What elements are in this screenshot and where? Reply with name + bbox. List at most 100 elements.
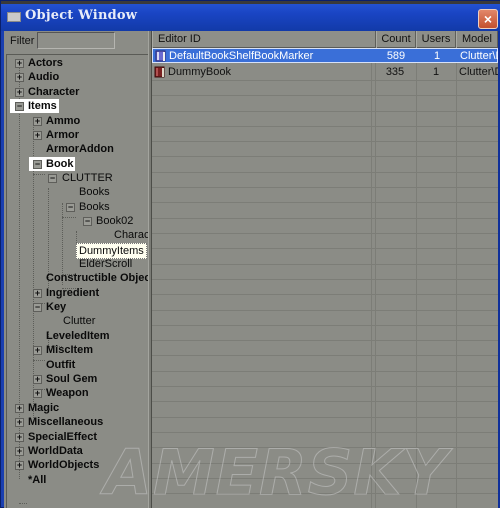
- expand-icon[interactable]: +: [15, 418, 24, 427]
- object-list[interactable]: Editor ID Count Users Model DefaultBookS…: [152, 31, 498, 508]
- expand-icon[interactable]: +: [33, 117, 42, 126]
- list-row[interactable]: DefaultBookShelfBookMarker 589 1 Clutter…: [152, 48, 498, 63]
- object-window: Object Window × Filter + Actors + Audio …: [0, 0, 500, 508]
- tree-node-books-expanded[interactable]: − Books: [7, 200, 147, 214]
- tree-node-all[interactable]: *All: [7, 473, 147, 487]
- window-title: Object Window: [25, 8, 138, 23]
- tree-node-armor[interactable]: + Armor: [7, 128, 147, 142]
- close-button[interactable]: ×: [478, 9, 498, 29]
- tree-node-magic[interactable]: + Magic: [7, 401, 147, 415]
- collapse-icon[interactable]: −: [33, 160, 42, 169]
- tree-node-label: ArmorAddon: [46, 143, 114, 155]
- tree-node-label: SpecialEffect: [28, 431, 98, 443]
- column-header-model[interactable]: Model: [456, 31, 498, 48]
- tree-node-label: WorldObjects: [28, 459, 100, 471]
- row-grid-line: [152, 187, 498, 188]
- row-grid-line: [152, 325, 498, 326]
- row-grid-line: [152, 233, 498, 234]
- tree-node-miscellaneous[interactable]: + Miscellaneous: [7, 415, 147, 429]
- cell-model: Clutter\D: [459, 66, 498, 78]
- tree-node-soul-gem[interactable]: + Soul Gem: [7, 372, 147, 386]
- tree-node-book02[interactable]: − Book02: [7, 214, 147, 228]
- row-grid-line: [152, 279, 498, 280]
- row-grid-line: [152, 202, 498, 203]
- tree-node-worldobjects[interactable]: + WorldObjects: [7, 458, 147, 472]
- tree-node-label: Charact: [114, 229, 148, 241]
- expand-icon[interactable]: +: [15, 404, 24, 413]
- column-header-users[interactable]: Users: [416, 31, 456, 48]
- tree-node-label: WorldData: [28, 445, 83, 457]
- tree-node-ammo[interactable]: + Ammo: [7, 114, 147, 128]
- row-grid-line: [152, 447, 498, 448]
- expand-icon[interactable]: +: [15, 88, 24, 97]
- column-divider: [456, 48, 457, 508]
- tree-node-charact[interactable]: Charact: [7, 228, 148, 242]
- row-grid-line: [152, 432, 498, 433]
- tree-node-books[interactable]: Books: [7, 185, 147, 199]
- collapse-icon[interactable]: −: [15, 102, 24, 111]
- cell-users: 1: [433, 50, 441, 62]
- row-grid-line: [152, 401, 498, 402]
- column-divider: [371, 48, 372, 508]
- tree-node-elderscroll[interactable]: ElderScroll: [7, 257, 147, 271]
- expand-icon[interactable]: +: [15, 461, 24, 470]
- tree-node-label: Items: [26, 99, 59, 113]
- tree-node-book[interactable]: − Book: [7, 157, 147, 171]
- tree-node-label: Books: [79, 201, 110, 213]
- tree-node-weapon[interactable]: + Weapon: [7, 386, 147, 400]
- expand-icon[interactable]: +: [15, 447, 24, 456]
- row-grid-line: [152, 126, 498, 127]
- tree-node-items[interactable]: − Items: [7, 99, 147, 113]
- column-header-count[interactable]: Count: [376, 31, 416, 48]
- row-grid-line: [152, 80, 498, 81]
- tree-node-audio[interactable]: + Audio: [7, 70, 147, 84]
- tree-node-specialeffect[interactable]: + SpecialEffect: [7, 430, 147, 444]
- tree-node-actors[interactable]: + Actors: [7, 56, 147, 70]
- tree-node-label: Clutter: [63, 315, 96, 327]
- cell-users: 1: [432, 66, 440, 78]
- row-grid-line: [152, 294, 498, 295]
- expand-icon[interactable]: +: [33, 289, 42, 298]
- filter-input[interactable]: [37, 32, 115, 49]
- tree-node-armoraddon[interactable]: ArmorAddon: [7, 142, 147, 156]
- list-row[interactable]: DummyBook 335 1 Clutter\D: [152, 65, 498, 80]
- collapse-icon[interactable]: −: [83, 217, 92, 226]
- expand-icon[interactable]: +: [33, 389, 42, 398]
- row-grid-line: [152, 172, 498, 173]
- tree-node-key-clutter[interactable]: Clutter: [7, 314, 147, 328]
- row-grid-line: [152, 95, 498, 96]
- title-bar-edge: [1, 1, 500, 4]
- book-blue-icon: [155, 50, 166, 62]
- tree-node-character[interactable]: + Character: [7, 85, 147, 99]
- tree-node-label: LeveledItem: [46, 330, 110, 342]
- tree-node-ingredient[interactable]: + Ingredient: [7, 286, 147, 300]
- tree-node-clutter[interactable]: − CLUTTER: [7, 171, 147, 185]
- expand-icon[interactable]: +: [15, 433, 24, 442]
- tree-node-label: ElderScroll: [79, 258, 133, 270]
- expand-icon[interactable]: +: [15, 73, 24, 82]
- collapse-icon[interactable]: −: [66, 203, 75, 212]
- tree-node-constructible-object[interactable]: Constructible Objec: [7, 271, 148, 285]
- tree-node-label: *All: [28, 474, 47, 486]
- tree-node-worlddata[interactable]: + WorldData: [7, 444, 147, 458]
- expand-icon[interactable]: +: [33, 346, 42, 355]
- title-bar[interactable]: Object Window ×: [1, 1, 500, 31]
- collapse-icon[interactable]: −: [48, 174, 57, 183]
- row-grid-line: [152, 310, 498, 311]
- expand-icon[interactable]: +: [15, 59, 24, 68]
- tree-node-miscitem[interactable]: + MiscItem: [7, 343, 147, 357]
- expand-icon[interactable]: +: [33, 375, 42, 384]
- tree-node-label: CLUTTER: [62, 172, 113, 184]
- row-grid-line: [152, 111, 498, 112]
- collapse-icon[interactable]: −: [33, 303, 42, 312]
- tree-node-label: Ammo: [46, 115, 81, 127]
- tree-node-dummyitems[interactable]: DummyItems: [7, 243, 147, 259]
- tree-node-leveleditem[interactable]: LeveledItem: [7, 329, 147, 343]
- tree-node-outfit[interactable]: Outfit: [7, 358, 147, 372]
- row-grid-line: [152, 493, 498, 494]
- column-header-editor-id[interactable]: Editor ID: [152, 31, 376, 48]
- expand-icon[interactable]: +: [33, 131, 42, 140]
- category-tree[interactable]: + Actors + Audio + Character − Items + A…: [6, 54, 148, 508]
- cell-count: 335: [385, 66, 405, 78]
- tree-node-key[interactable]: − Key: [7, 300, 147, 314]
